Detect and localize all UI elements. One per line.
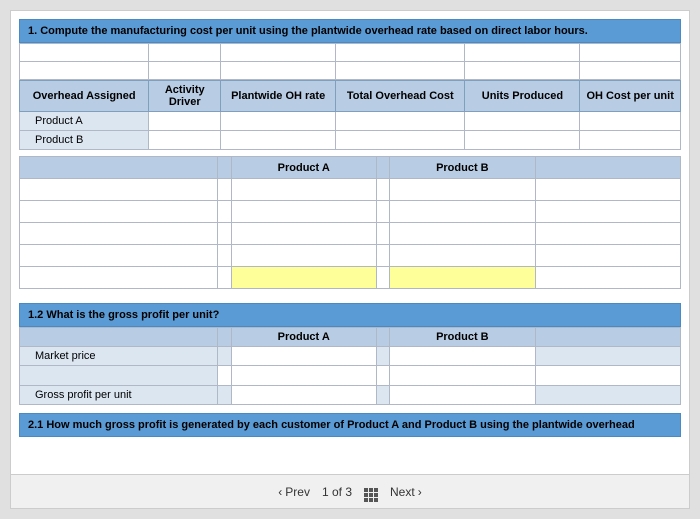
- bottom-nav: ‹ Prev 1 of 3 Next ›: [11, 474, 689, 508]
- gp-blank-row: [20, 366, 681, 386]
- product-a-ohcost[interactable]: [580, 112, 681, 131]
- product-a-plantwide[interactable]: [221, 112, 336, 131]
- col-oh-cost-per-unit: OH Cost per unit: [580, 81, 681, 112]
- prev-chevron-icon: ‹: [278, 485, 282, 499]
- overhead-table-header: Overhead Assigned Activity Driver Plantw…: [20, 81, 681, 112]
- section21-partial-header: 2.1 How much gross profit is generated b…: [19, 413, 681, 437]
- product-a-row: Product A: [20, 112, 681, 131]
- gp-product-a-header: Product A: [231, 328, 376, 347]
- section1-header: 1. Compute the manufacturing cost per un…: [19, 19, 681, 43]
- next-label: Next: [390, 485, 415, 499]
- product-b-label: Product B: [20, 131, 149, 150]
- gross-profit-label: Gross profit per unit: [20, 386, 218, 405]
- mid-r3-b[interactable]: [390, 223, 535, 245]
- gp-blank-a[interactable]: [231, 366, 376, 386]
- product-b-total[interactable]: [336, 131, 465, 150]
- mid-product-a-header: Product A: [231, 157, 376, 179]
- prev-label: Prev: [285, 485, 310, 499]
- mid-row-2: [20, 201, 681, 223]
- divider-2: [19, 289, 681, 295]
- product-a-activity[interactable]: [149, 112, 221, 131]
- prev-button[interactable]: ‹ Prev: [278, 485, 310, 499]
- mid-r4-b[interactable]: [390, 245, 535, 267]
- product-a-units[interactable]: [465, 112, 580, 131]
- col-activity-driver: Activity Driver: [149, 81, 221, 112]
- next-chevron-icon: ›: [418, 485, 422, 499]
- gross-profit-row: Gross profit per unit: [20, 386, 681, 405]
- blank-row-1: [20, 44, 681, 62]
- top-input-table: [19, 43, 681, 80]
- gp-blank-b[interactable]: [390, 366, 535, 386]
- gross-profit-b[interactable]: [390, 386, 535, 405]
- product-b-ohcost[interactable]: [580, 131, 681, 150]
- overhead-table: Overhead Assigned Activity Driver Plantw…: [19, 80, 681, 150]
- product-b-activity[interactable]: [149, 131, 221, 150]
- gross-profit-table: Product A Product B Market price: [19, 327, 681, 405]
- mid-product-b-header: Product B: [390, 157, 535, 179]
- mid-row-4: [20, 245, 681, 267]
- mid-r5-a-yellow[interactable]: [231, 267, 376, 289]
- gross-profit-a[interactable]: [231, 386, 376, 405]
- product-a-label: Product A: [20, 112, 149, 131]
- section12-header: 1.2 What is the gross profit per unit?: [19, 303, 681, 327]
- market-price-b[interactable]: [390, 347, 535, 366]
- mid-table: Product A Product B: [19, 156, 681, 289]
- mid-r2-b[interactable]: [390, 201, 535, 223]
- mid-r2-a[interactable]: [231, 201, 376, 223]
- col-units-produced: Units Produced: [465, 81, 580, 112]
- content-area: 1. Compute the manufacturing cost per un…: [11, 11, 689, 474]
- col-total-overhead: Total Overhead Cost: [336, 81, 465, 112]
- mid-row-1: [20, 179, 681, 201]
- product-b-plantwide[interactable]: [221, 131, 336, 150]
- next-button[interactable]: Next ›: [390, 485, 422, 499]
- product-b-row: Product B: [20, 131, 681, 150]
- gp-product-b-header: Product B: [390, 328, 535, 347]
- market-price-row: Market price: [20, 347, 681, 366]
- blank-row-2: [20, 62, 681, 80]
- mid-r4-a[interactable]: [231, 245, 376, 267]
- product-a-total[interactable]: [336, 112, 465, 131]
- top-yellow-cell-1[interactable]: [221, 44, 336, 62]
- market-price-a[interactable]: [231, 347, 376, 366]
- product-b-units[interactable]: [465, 131, 580, 150]
- top-yellow-cell-2[interactable]: [336, 44, 465, 62]
- page-container: 1. Compute the manufacturing cost per un…: [10, 10, 690, 509]
- market-price-label: Market price: [20, 347, 218, 366]
- page-info: 1 of 3: [322, 485, 352, 499]
- mid-header-row: Product A Product B: [20, 157, 681, 179]
- col-overhead-assigned: Overhead Assigned: [20, 81, 149, 112]
- mid-r3-a[interactable]: [231, 223, 376, 245]
- mid-r1-b[interactable]: [390, 179, 535, 201]
- mid-r1-a[interactable]: [231, 179, 376, 201]
- mid-r5-b-yellow[interactable]: [390, 267, 535, 289]
- col-plantwide-oh: Plantwide OH rate: [221, 81, 336, 112]
- grid-icon: [364, 481, 378, 502]
- mid-row-3: [20, 223, 681, 245]
- mid-row-5: [20, 267, 681, 289]
- gp-header-row: Product A Product B: [20, 328, 681, 347]
